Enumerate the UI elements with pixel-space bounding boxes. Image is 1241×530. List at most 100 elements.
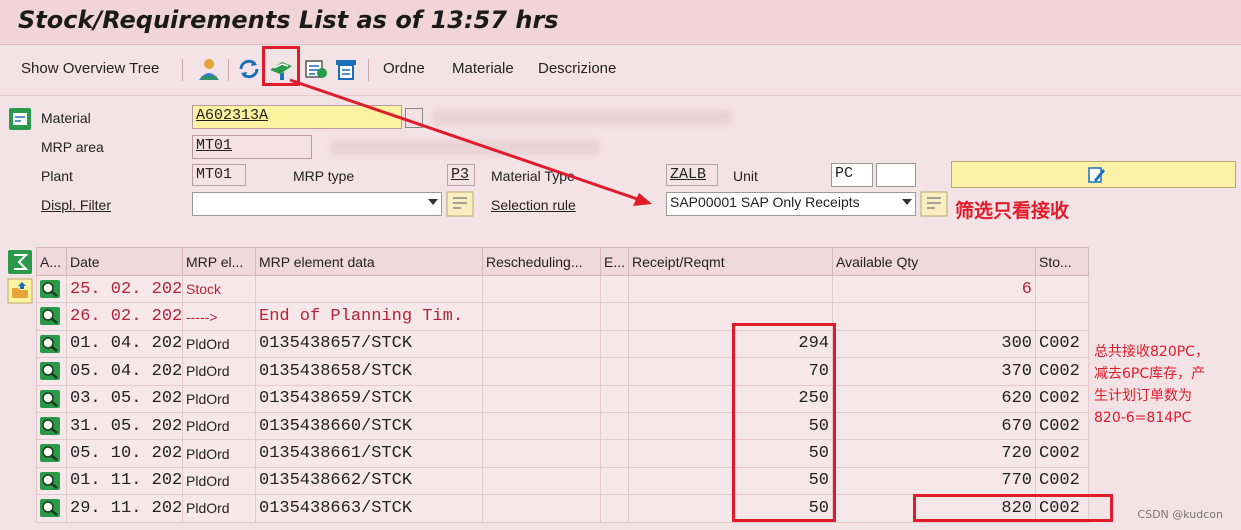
cell-data: 0135438658/STCK <box>255 357 483 386</box>
sum-icon[interactable] <box>7 249 33 275</box>
column-header[interactable]: A... <box>36 247 67 276</box>
cell-mrp-el: PldOrd <box>182 439 256 468</box>
cell-resched <box>482 439 601 468</box>
column-header[interactable]: Date <box>66 247 183 276</box>
cell-mrp-el: PldOrd <box>182 329 256 359</box>
row-detail-cell[interactable] <box>36 411 67 441</box>
cell-sto: C002 <box>1035 384 1089 413</box>
cell-date: 31. 05. 2021 <box>66 411 183 441</box>
table-row[interactable]: 01. 04. 2021 PldOrd 0135438657/STCK 294 300 C… <box>36 329 1089 359</box>
summary-line: 总共接收820PC， <box>1094 344 1209 360</box>
cell-e <box>600 466 629 496</box>
magnifier-icon[interactable] <box>39 334 61 354</box>
table-row[interactable]: 25. 02. 2021 Stock 6 <box>36 274 1089 304</box>
requirements-grid: A... Date MRP el... MRP element data Res… <box>36 247 1089 523</box>
cell-data <box>255 274 483 304</box>
cell-avail: 720 <box>832 439 1036 468</box>
magnifier-icon[interactable] <box>39 498 61 518</box>
row-detail-cell[interactable] <box>36 439 67 468</box>
summary-annotation: 总共接收820PC， 减去6PC库存，产 生计划订单数为 820-6=814PC <box>1094 341 1209 429</box>
cell-sto: C002 <box>1035 411 1089 441</box>
row-detail-cell[interactable] <box>36 357 67 386</box>
cell-avail: 670 <box>832 411 1036 441</box>
table-row[interactable]: 03. 05. 2021 PldOrd 0135438659/STCK 250 620 C… <box>36 384 1089 413</box>
cell-e <box>600 384 629 413</box>
cell-data: 0135438661/STCK <box>255 439 483 468</box>
cell-date: 26. 02. 2021 <box>66 302 183 331</box>
cell-mrp-el: PldOrd <box>182 411 256 441</box>
cell-date: 25. 02. 2021 <box>66 274 183 304</box>
magnifier-icon[interactable] <box>39 306 61 326</box>
row-detail-cell[interactable] <box>36 466 67 496</box>
summary-line: 生计划订单数为 <box>1094 388 1192 404</box>
column-header[interactable]: Receipt/Reqmt <box>628 247 833 276</box>
cell-mrp-el: Stock <box>182 274 256 304</box>
magnifier-icon[interactable] <box>39 389 61 409</box>
cell-sto <box>1035 302 1089 331</box>
column-header[interactable]: MRP el... <box>182 247 256 276</box>
cell-e <box>600 494 629 523</box>
row-detail-cell[interactable] <box>36 329 67 359</box>
cell-avail <box>832 302 1036 331</box>
watermark: CSDN @kudcon <box>1137 508 1223 521</box>
magnifier-icon[interactable] <box>39 361 61 381</box>
cell-resched <box>482 411 601 441</box>
magnifier-icon[interactable] <box>39 471 61 491</box>
summary-line: 820-6=814PC <box>1094 410 1192 426</box>
cell-date: 05. 04. 2021 <box>66 357 183 386</box>
column-header[interactable]: E... <box>600 247 629 276</box>
row-detail-cell[interactable] <box>36 384 67 413</box>
cell-mrp-el: PldOrd <box>182 466 256 496</box>
cell-avail: 300 <box>832 329 1036 359</box>
cell-date: 01. 11. 2021 <box>66 466 183 496</box>
cell-resched <box>482 329 601 359</box>
cell-avail: 370 <box>832 357 1036 386</box>
cell-mrp-el: PldOrd <box>182 357 256 386</box>
cell-avail: 620 <box>832 384 1036 413</box>
cell-resched <box>482 466 601 496</box>
cell-sto <box>1035 274 1089 304</box>
cell-date: 03. 05. 2021 <box>66 384 183 413</box>
cell-data: 0135438663/STCK <box>255 494 483 523</box>
cell-date: 01. 04. 2021 <box>66 329 183 359</box>
column-header[interactable]: Rescheduling... <box>482 247 601 276</box>
magnifier-icon[interactable] <box>39 443 61 463</box>
column-header[interactable]: Sto... <box>1035 247 1089 276</box>
cell-sto: C002 <box>1035 439 1089 468</box>
cell-resched <box>482 357 601 386</box>
cell-sto: C002 <box>1035 329 1089 359</box>
cell-receipt <box>628 274 833 304</box>
row-detail-cell[interactable] <box>36 494 67 523</box>
cell-e <box>600 357 629 386</box>
cell-sto: C002 <box>1035 357 1089 386</box>
column-header[interactable]: Available Qty <box>832 247 1036 276</box>
cell-avail: 770 <box>832 466 1036 496</box>
magnifier-icon[interactable] <box>39 279 61 299</box>
cell-e <box>600 329 629 359</box>
table-row[interactable]: 05. 04. 2021 PldOrd 0135438658/STCK 70 370 C0… <box>36 357 1089 386</box>
cell-e <box>600 439 629 468</box>
cell-sto: C002 <box>1035 466 1089 496</box>
row-detail-cell[interactable] <box>36 302 67 331</box>
receipt-column-highlight <box>732 323 836 522</box>
cell-resched <box>482 302 601 331</box>
cell-mrp-el: PldOrd <box>182 494 256 523</box>
folder-icon[interactable] <box>7 278 33 304</box>
cell-avail: 6 <box>832 274 1036 304</box>
requirements-table: A... Date MRP el... MRP element data Res… <box>36 247 1089 523</box>
summary-line: 减去6PC库存，产 <box>1094 366 1206 382</box>
table-row[interactable]: 31. 05. 2021 PldOrd 0135438660/STCK 50 670 C0… <box>36 411 1089 441</box>
cell-data: 0135438659/STCK <box>255 384 483 413</box>
table-row[interactable]: 05. 10. 2021 PldOrd 0135438661/STCK 50 720 C0… <box>36 439 1089 468</box>
cell-resched <box>482 274 601 304</box>
cell-e <box>600 411 629 441</box>
cell-resched <box>482 384 601 413</box>
table-row[interactable]: 26. 02. 2021 -----> End of Planning Tim. <box>36 302 1089 331</box>
magnifier-icon[interactable] <box>39 416 61 436</box>
available-qty-highlight <box>913 494 1113 522</box>
table-header-row: A... Date MRP el... MRP element data Res… <box>36 247 1089 276</box>
column-header[interactable]: MRP element data <box>255 247 483 276</box>
row-detail-cell[interactable] <box>36 274 67 304</box>
table-row[interactable]: 01. 11. 2021 PldOrd 0135438662/STCK 50 770 C0… <box>36 466 1089 496</box>
cell-data: 0135438657/STCK <box>255 329 483 359</box>
